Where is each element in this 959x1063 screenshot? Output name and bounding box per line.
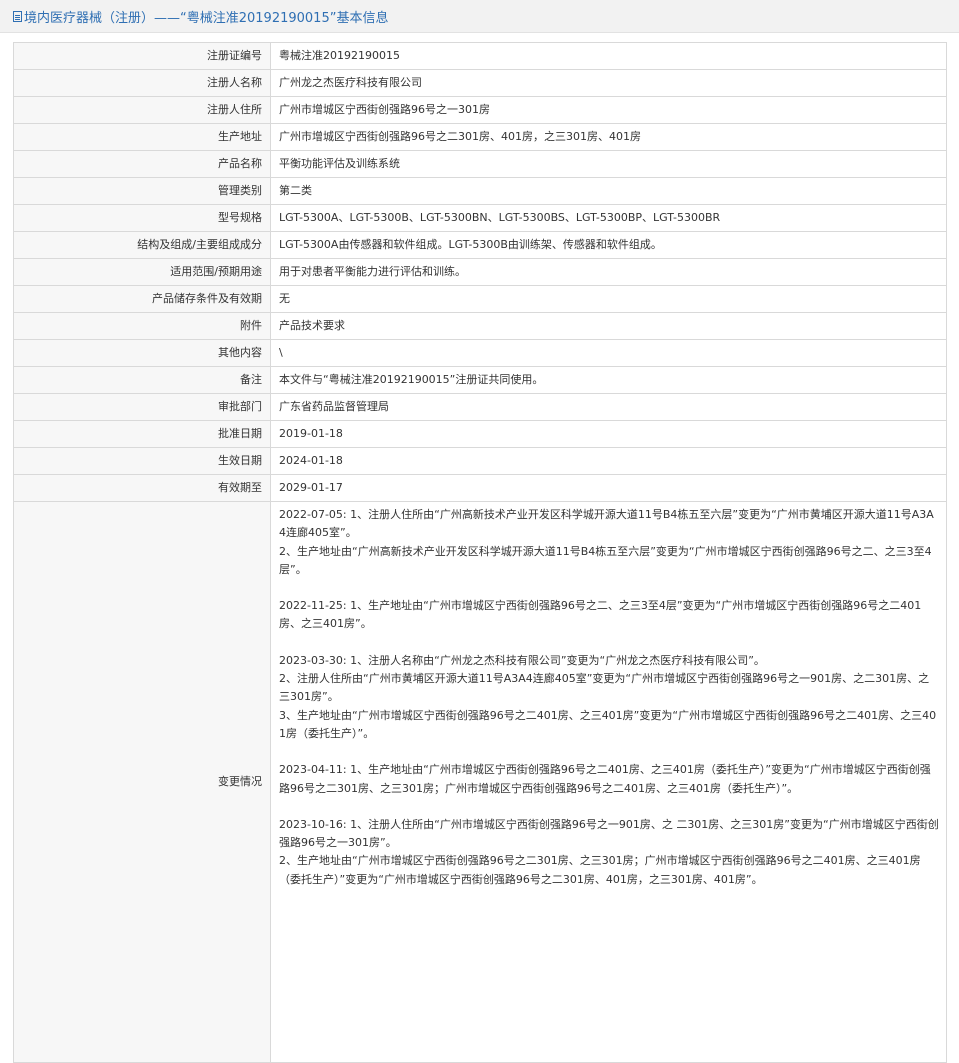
field-label: 适用范围/预期用途 xyxy=(13,258,271,286)
field-label: 审批部门 xyxy=(13,393,271,421)
change-line: 2023-04-11: 1、生产地址由“广州市增城区宁西街创强路96号之二401… xyxy=(279,763,931,795)
table-row: 其他内容 \ xyxy=(13,339,947,367)
page-title: 境内医疗器械（注册）——“粤械注准20192190015”基本信息 xyxy=(24,10,389,26)
field-label: 注册人名称 xyxy=(13,69,271,97)
field-value: 广东省药品监督管理局 xyxy=(270,393,947,421)
change-entry: 2023-10-16: 1、注册人住所由“广州市增城区宁西街创强路96号之一90… xyxy=(279,816,940,889)
field-label: 备注 xyxy=(13,366,271,394)
change-line: 2022-11-25: 1、生产地址由“广州市增城区宁西街创强路96号之二、之三… xyxy=(279,599,922,631)
table-row: 注册人住所 广州市增城区宁西街创强路96号之一301房 xyxy=(13,96,947,124)
change-entry: 2022-07-05: 1、注册人住所由“广州高新技术产业开发区科学城开源大道1… xyxy=(279,506,940,579)
table-row: 管理类别 第二类 xyxy=(13,177,947,205)
table-row: 审批部门 广东省药品监督管理局 xyxy=(13,393,947,421)
table-row: 批准日期 2019-01-18 xyxy=(13,420,947,448)
changes-label: 变更情况 xyxy=(13,501,271,1063)
field-label: 产品储存条件及有效期 xyxy=(13,285,271,313)
info-table-container: 注册证编号 粤械注准20192190015 注册人名称 广州龙之杰医疗科技有限公… xyxy=(13,42,947,1063)
field-value: 广州市增城区宁西街创强路96号之二301房、401房，之三301房、401房 xyxy=(270,123,947,151)
field-label: 注册证编号 xyxy=(13,42,271,70)
page-header: 境内医疗器械（注册）——“粤械注准20192190015”基本信息 xyxy=(0,0,959,33)
document-icon xyxy=(13,10,22,22)
table-row: 生效日期 2024-01-18 xyxy=(13,447,947,475)
table-row: 附件 产品技术要求 xyxy=(13,312,947,340)
field-value: 2019-01-18 xyxy=(270,420,947,448)
field-label: 型号规格 xyxy=(13,204,271,232)
field-label: 批准日期 xyxy=(13,420,271,448)
field-value: 产品技术要求 xyxy=(270,312,947,340)
change-line: 2022-07-05: 1、注册人住所由“广州高新技术产业开发区科学城开源大道1… xyxy=(279,508,934,540)
field-value: 本文件与“粤械注准20192190015”注册证共同使用。 xyxy=(270,366,947,394)
changes-value: 2022-07-05: 1、注册人住所由“广州高新技术产业开发区科学城开源大道1… xyxy=(270,501,947,1063)
field-label: 结构及组成/主要组成成分 xyxy=(13,231,271,259)
field-value: 用于对患者平衡能力进行评估和训练。 xyxy=(270,258,947,286)
field-label: 有效期至 xyxy=(13,474,271,502)
table-row: 产品储存条件及有效期 无 xyxy=(13,285,947,313)
change-line: 2、生产地址由“广州高新技术产业开发区科学城开源大道11号B4栋五至六层”变更为… xyxy=(279,544,932,576)
table-row: 结构及组成/主要组成成分 LGT-5300A由传感器和软件组成。LGT-5300… xyxy=(13,231,947,259)
field-value: LGT-5300A由传感器和软件组成。LGT-5300B由训练架、传感器和软件组… xyxy=(270,231,947,259)
field-value: 粤械注准20192190015 xyxy=(270,42,947,70)
table-row: 注册人名称 广州龙之杰医疗科技有限公司 xyxy=(13,69,947,97)
field-label: 注册人住所 xyxy=(13,96,271,124)
table-row: 型号规格 LGT-5300A、LGT-5300B、LGT-5300BN、LGT-… xyxy=(13,204,947,232)
change-line: 2、生产地址由“广州市增城区宁西街创强路96号之二301房、之三301房；广州市… xyxy=(279,854,921,886)
info-table: 注册证编号 粤械注准20192190015 注册人名称 广州龙之杰医疗科技有限公… xyxy=(13,42,947,1063)
field-value: 无 xyxy=(270,285,947,313)
change-line: 2023-10-16: 1、注册人住所由“广州市增城区宁西街创强路96号之一90… xyxy=(279,817,939,850)
field-label: 其他内容 xyxy=(13,339,271,367)
info-table-body: 注册证编号 粤械注准20192190015 注册人名称 广州龙之杰医疗科技有限公… xyxy=(13,42,947,1063)
field-value: 广州市增城区宁西街创强路96号之一301房 xyxy=(270,96,947,124)
field-value: 2024-01-18 xyxy=(270,447,947,475)
field-value: 广州龙之杰医疗科技有限公司 xyxy=(270,69,947,97)
field-label: 生效日期 xyxy=(13,447,271,475)
table-row: 备注 本文件与“粤械注准20192190015”注册证共同使用。 xyxy=(13,366,947,394)
change-entry: 2022-11-25: 1、生产地址由“广州市增城区宁西街创强路96号之二、之三… xyxy=(279,597,940,634)
table-row: 注册证编号 粤械注准20192190015 xyxy=(13,42,947,70)
change-line: 3、生产地址由“广州市增城区宁西街创强路96号之二401房、之三401房”变更为… xyxy=(279,708,937,740)
field-value: 平衡功能评估及训练系统 xyxy=(270,150,947,178)
field-label: 生产地址 xyxy=(13,123,271,151)
change-line: 2023-03-30: 1、注册人名称由“广州龙之杰科技有限公司”变更为“广州龙… xyxy=(279,653,765,667)
field-label: 产品名称 xyxy=(13,150,271,178)
field-value: 第二类 xyxy=(270,177,947,205)
table-row: 生产地址 广州市增城区宁西街创强路96号之二301房、401房，之三301房、4… xyxy=(13,123,947,151)
table-row: 有效期至 2029-01-17 xyxy=(13,474,947,502)
field-label: 管理类别 xyxy=(13,177,271,205)
field-label: 附件 xyxy=(13,312,271,340)
change-entry: 2023-03-30: 1、注册人名称由“广州龙之杰科技有限公司”变更为“广州龙… xyxy=(279,652,940,743)
changes-row: 变更情况 2022-07-05: 1、注册人住所由“广州高新技术产业开发区科学城… xyxy=(13,501,947,1063)
change-entry: 2023-04-11: 1、生产地址由“广州市增城区宁西街创强路96号之二401… xyxy=(279,761,940,798)
field-value: LGT-5300A、LGT-5300B、LGT-5300BN、LGT-5300B… xyxy=(270,204,947,232)
table-row: 适用范围/预期用途 用于对患者平衡能力进行评估和训练。 xyxy=(13,258,947,286)
change-line: 2、注册人住所由“广州市黄埔区开源大道11号A3A4连廊405室”变更为“广州市… xyxy=(279,672,930,704)
table-row: 产品名称 平衡功能评估及训练系统 xyxy=(13,150,947,178)
field-value: 2029-01-17 xyxy=(270,474,947,502)
field-value: \ xyxy=(270,339,947,367)
